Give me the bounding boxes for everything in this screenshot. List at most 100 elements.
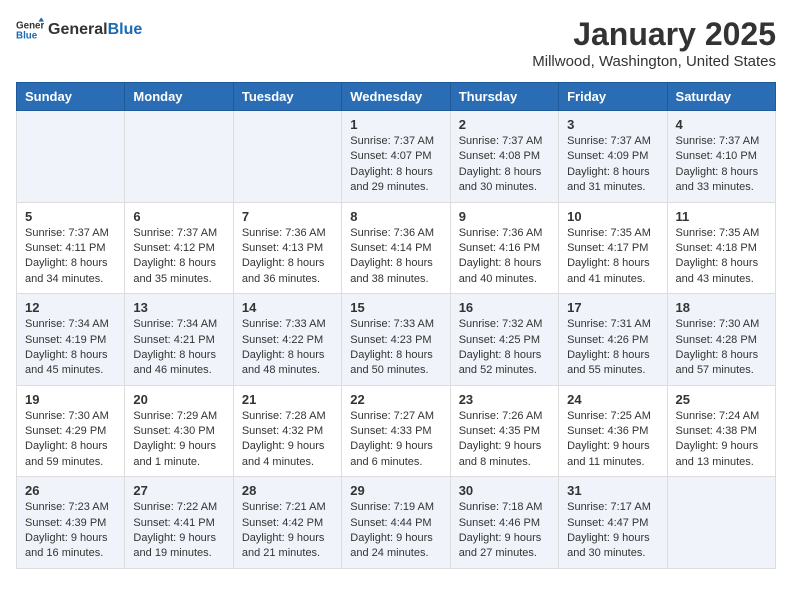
calendar-cell: 6Sunrise: 7:37 AM Sunset: 4:12 PM Daylig… <box>125 202 233 294</box>
calendar-cell: 31 Sunrise: 7:17 AM Sunset: 4:47 PM Dayli… <box>559 477 667 569</box>
day-content: Sunrise: 7:37 AM Sunset: 4:11 PM Dayligh… <box>25 226 116 288</box>
day-number: 12 <box>25 300 116 315</box>
calendar-cell: 21 Sunrise: 7:28 AM Sunset: 4:32 PM Dayli… <box>233 385 341 477</box>
day-content: Sunrise: 7:31 AM Sunset: 4:26 PM Dayligh… <box>567 317 658 379</box>
day-content: Sunrise: 7:29 AM Sunset: 4:30 PM Dayligh… <box>133 409 224 471</box>
calendar-cell: 15Sunrise: 7:33 AM Sunset: 4:23 PM Dayli… <box>342 294 450 386</box>
calendar-week-row: 5Sunrise: 7:37 AM Sunset: 4:11 PM Daylig… <box>17 202 776 294</box>
day-content: Sunrise: 7:36 AM Sunset: 4:14 PM Dayligh… <box>350 226 441 288</box>
day-number: 10 <box>567 209 658 224</box>
day-content: Sunrise: 7:17 AM Sunset: 4:47 PM Dayligh… <box>567 500 658 562</box>
day-number: 30 <box>459 483 550 498</box>
main-title: January 2025 <box>532 16 776 53</box>
day-number: 18 <box>676 300 767 315</box>
day-number: 4 <box>676 117 767 132</box>
days-header-row: Sunday Monday Tuesday Wednesday Thursday… <box>17 83 776 111</box>
header-saturday: Saturday <box>667 83 775 111</box>
calendar-cell: 12 Sunrise: 7:34 AM Sunset: 4:19 PM Dayli… <box>17 294 125 386</box>
calendar-cell: 13Sunrise: 7:34 AM Sunset: 4:21 PM Dayli… <box>125 294 233 386</box>
calendar-cell: 9 Sunrise: 7:36 AM Sunset: 4:16 PM Daylig… <box>450 202 558 294</box>
calendar-week-row: 1 Sunrise: 7:37 AM Sunset: 4:07 PM Daylig… <box>17 111 776 203</box>
calendar-cell: 26 Sunrise: 7:23 AM Sunset: 4:39 PM Dayli… <box>17 477 125 569</box>
calendar-cell: 17 Sunrise: 7:31 AM Sunset: 4:26 PM Dayli… <box>559 294 667 386</box>
svg-text:Blue: Blue <box>16 30 38 41</box>
day-number: 24 <box>567 392 658 407</box>
calendar-week-row: 12 Sunrise: 7:34 AM Sunset: 4:19 PM Dayli… <box>17 294 776 386</box>
day-number: 21 <box>242 392 333 407</box>
day-number: 15 <box>350 300 441 315</box>
day-content: Sunrise: 7:35 AM Sunset: 4:18 PM Dayligh… <box>676 226 767 288</box>
calendar-cell <box>125 111 233 203</box>
header-sunday: Sunday <box>17 83 125 111</box>
day-content: Sunrise: 7:23 AM Sunset: 4:39 PM Dayligh… <box>25 500 116 562</box>
calendar-cell: 10 Sunrise: 7:35 AM Sunset: 4:17 PM Dayli… <box>559 202 667 294</box>
day-content: Sunrise: 7:37 AM Sunset: 4:09 PM Dayligh… <box>567 134 658 196</box>
header-monday: Monday <box>125 83 233 111</box>
day-number: 11 <box>676 209 767 224</box>
day-content: Sunrise: 7:19 AM Sunset: 4:44 PM Dayligh… <box>350 500 441 562</box>
day-number: 17 <box>567 300 658 315</box>
day-content: Sunrise: 7:34 AM Sunset: 4:19 PM Dayligh… <box>25 317 116 379</box>
day-content: Sunrise: 7:28 AM Sunset: 4:32 PM Dayligh… <box>242 409 333 471</box>
day-content: Sunrise: 7:35 AM Sunset: 4:17 PM Dayligh… <box>567 226 658 288</box>
calendar-cell: 29 Sunrise: 7:19 AM Sunset: 4:44 PM Dayli… <box>342 477 450 569</box>
title-area: January 2025 Millwood, Washington, Unite… <box>532 16 776 70</box>
logo-icon: General Blue <box>16 16 44 44</box>
header-thursday: Thursday <box>450 83 558 111</box>
day-content: Sunrise: 7:24 AM Sunset: 4:38 PM Dayligh… <box>676 409 767 471</box>
calendar-cell: 1 Sunrise: 7:37 AM Sunset: 4:07 PM Daylig… <box>342 111 450 203</box>
day-number: 2 <box>459 117 550 132</box>
calendar-cell <box>17 111 125 203</box>
day-content: Sunrise: 7:32 AM Sunset: 4:25 PM Dayligh… <box>459 317 550 379</box>
calendar-cell: 16Sunrise: 7:32 AM Sunset: 4:25 PM Dayli… <box>450 294 558 386</box>
header-friday: Friday <box>559 83 667 111</box>
day-number: 8 <box>350 209 441 224</box>
day-content: Sunrise: 7:37 AM Sunset: 4:10 PM Dayligh… <box>676 134 767 196</box>
day-number: 3 <box>567 117 658 132</box>
day-content: Sunrise: 7:21 AM Sunset: 4:42 PM Dayligh… <box>242 500 333 562</box>
day-number: 19 <box>25 392 116 407</box>
day-number: 22 <box>350 392 441 407</box>
day-number: 20 <box>133 392 224 407</box>
calendar-cell: 22 Sunrise: 7:27 AM Sunset: 4:33 PM Dayli… <box>342 385 450 477</box>
calendar-cell: 28 Sunrise: 7:21 AM Sunset: 4:42 PM Dayli… <box>233 477 341 569</box>
day-content: Sunrise: 7:22 AM Sunset: 4:41 PM Dayligh… <box>133 500 224 562</box>
calendar-cell: 7Sunrise: 7:36 AM Sunset: 4:13 PM Daylig… <box>233 202 341 294</box>
day-content: Sunrise: 7:18 AM Sunset: 4:46 PM Dayligh… <box>459 500 550 562</box>
header: General Blue General Blue January 2025 Mi… <box>16 16 776 70</box>
day-number: 1 <box>350 117 441 132</box>
calendar-cell: 30 Sunrise: 7:18 AM Sunset: 4:46 PM Dayli… <box>450 477 558 569</box>
day-number: 31 <box>567 483 658 498</box>
day-content: Sunrise: 7:30 AM Sunset: 4:29 PM Dayligh… <box>25 409 116 471</box>
day-content: Sunrise: 7:27 AM Sunset: 4:33 PM Dayligh… <box>350 409 441 471</box>
day-content: Sunrise: 7:25 AM Sunset: 4:36 PM Dayligh… <box>567 409 658 471</box>
calendar-week-row: 19 Sunrise: 7:30 AM Sunset: 4:29 PM Dayli… <box>17 385 776 477</box>
header-wednesday: Wednesday <box>342 83 450 111</box>
calendar-cell: 23Sunrise: 7:26 AM Sunset: 4:35 PM Dayli… <box>450 385 558 477</box>
calendar-cell: 14Sunrise: 7:33 AM Sunset: 4:22 PM Dayli… <box>233 294 341 386</box>
day-number: 6 <box>133 209 224 224</box>
calendar-cell: 27 Sunrise: 7:22 AM Sunset: 4:41 PM Dayli… <box>125 477 233 569</box>
logo: General Blue General Blue <box>16 16 142 44</box>
day-number: 28 <box>242 483 333 498</box>
day-content: Sunrise: 7:33 AM Sunset: 4:22 PM Dayligh… <box>242 317 333 379</box>
day-number: 26 <box>25 483 116 498</box>
day-number: 7 <box>242 209 333 224</box>
day-number: 9 <box>459 209 550 224</box>
header-tuesday: Tuesday <box>233 83 341 111</box>
subtitle: Millwood, Washington, United States <box>532 53 776 70</box>
logo-general-text: General <box>48 21 108 38</box>
calendar-cell: 18Sunrise: 7:30 AM Sunset: 4:28 PM Dayli… <box>667 294 775 386</box>
day-number: 29 <box>350 483 441 498</box>
calendar-cell <box>667 477 775 569</box>
day-content: Sunrise: 7:26 AM Sunset: 4:35 PM Dayligh… <box>459 409 550 471</box>
calendar-cell: 8 Sunrise: 7:36 AM Sunset: 4:14 PM Daylig… <box>342 202 450 294</box>
day-content: Sunrise: 7:37 AM Sunset: 4:08 PM Dayligh… <box>459 134 550 196</box>
day-number: 27 <box>133 483 224 498</box>
day-content: Sunrise: 7:37 AM Sunset: 4:07 PM Dayligh… <box>350 134 441 196</box>
calendar-cell <box>233 111 341 203</box>
calendar-cell: 3 Sunrise: 7:37 AM Sunset: 4:09 PM Daylig… <box>559 111 667 203</box>
day-content: Sunrise: 7:36 AM Sunset: 4:16 PM Dayligh… <box>459 226 550 288</box>
calendar-cell: 5Sunrise: 7:37 AM Sunset: 4:11 PM Daylig… <box>17 202 125 294</box>
calendar-cell: 2 Sunrise: 7:37 AM Sunset: 4:08 PM Daylig… <box>450 111 558 203</box>
